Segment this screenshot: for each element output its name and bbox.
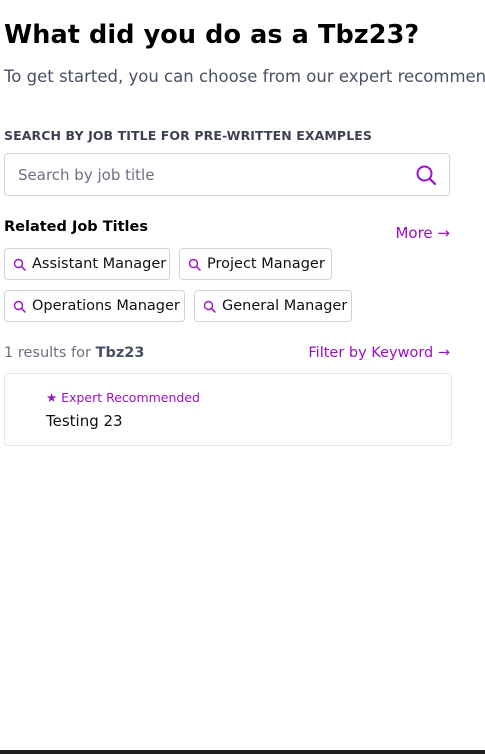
results-query: Tbz23 xyxy=(95,345,145,361)
search-icon xyxy=(203,300,216,313)
results-count: 1 results for Tbz23 xyxy=(4,345,144,361)
search-icon[interactable] xyxy=(415,164,437,186)
related-job-chip[interactable]: Assistant Manager xyxy=(4,248,170,280)
filter-by-keyword-link[interactable]: Filter by Keyword → xyxy=(308,345,450,361)
search-section-label: SEARCH BY JOB TITLE FOR PRE-WRITTEN EXAM… xyxy=(4,128,372,143)
chip-label: General Manager xyxy=(222,298,348,314)
result-card[interactable]: ★ Expert Recommended Testing 23 xyxy=(4,373,452,446)
expert-recommended-badge: ★ Expert Recommended xyxy=(46,390,200,405)
results-count-prefix: 1 results for xyxy=(4,345,96,361)
result-title: Testing 23 xyxy=(46,412,123,430)
chip-label: Operations Manager xyxy=(32,298,180,314)
related-job-titles-heading: Related Job Titles xyxy=(4,219,148,235)
chip-label: Assistant Manager xyxy=(32,256,167,272)
chip-label: Project Manager xyxy=(207,256,325,272)
search-box xyxy=(4,153,450,196)
related-job-chip[interactable]: General Manager xyxy=(194,290,352,322)
related-job-chip[interactable]: Operations Manager xyxy=(4,290,185,322)
search-input[interactable] xyxy=(18,154,408,195)
bottom-border xyxy=(0,750,485,754)
search-icon xyxy=(13,258,26,271)
search-icon xyxy=(188,258,201,271)
related-job-chip[interactable]: Project Manager xyxy=(179,248,332,280)
page-title: What did you do as a Tbz23? xyxy=(4,20,420,50)
more-link[interactable]: More → xyxy=(395,224,450,242)
search-icon xyxy=(13,300,26,313)
page-subtitle: To get started, you can choose from our … xyxy=(4,67,485,86)
